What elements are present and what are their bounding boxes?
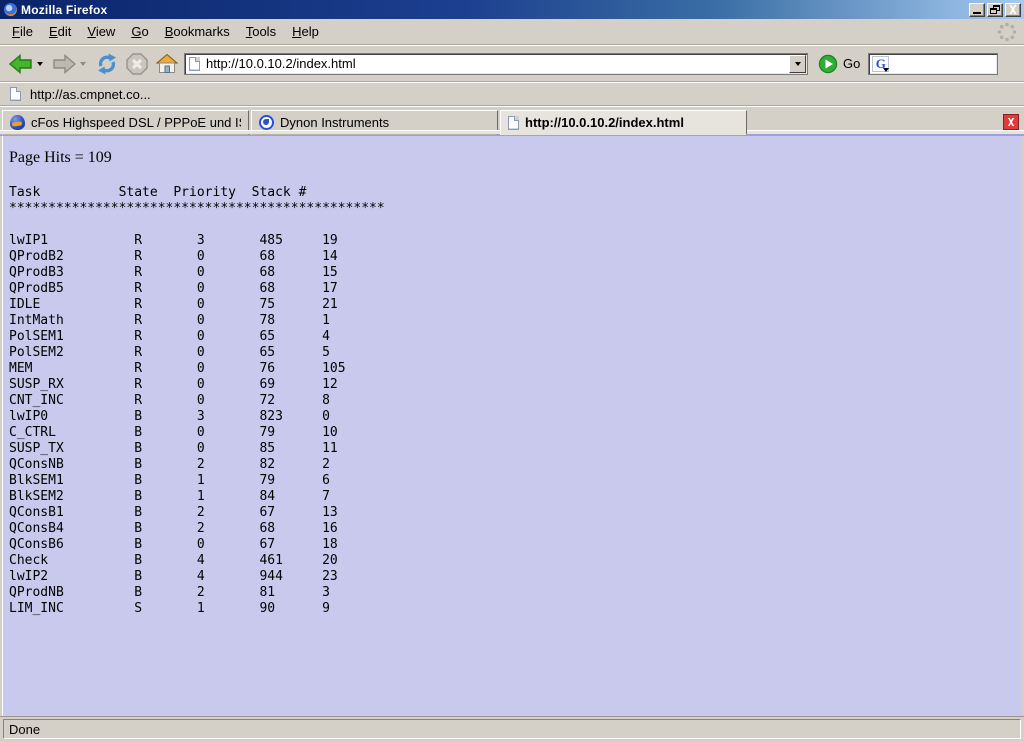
task-table: Task State Priority Stack # ************… — [9, 185, 1020, 617]
menu-bookmarks[interactable]: Bookmarks — [157, 21, 238, 42]
close-tab-button[interactable]: X — [1003, 114, 1019, 130]
bookmarks-toolbar: http://as.cmpnet.co... — [0, 82, 1024, 106]
menubar: FileEditViewGoBookmarksToolsHelp — [0, 19, 1024, 45]
reload-icon — [95, 52, 119, 76]
menu-view[interactable]: View — [79, 21, 123, 42]
minimize-button[interactable] — [969, 3, 985, 17]
back-button[interactable] — [6, 49, 36, 79]
restore-button[interactable] — [987, 3, 1003, 17]
bookmark-page-icon — [10, 87, 21, 101]
back-arrow-icon — [8, 53, 34, 75]
status-bar: Done — [0, 716, 1024, 742]
dynon-icon — [259, 115, 274, 130]
content-area: Page Hits = 109 Task State Priority Stac… — [0, 134, 1024, 716]
menu-edit[interactable]: Edit — [41, 21, 79, 42]
forward-button[interactable] — [49, 49, 79, 79]
search-box: G — [868, 53, 998, 75]
status-text: Done — [9, 722, 40, 737]
throbber-icon — [996, 21, 1018, 43]
tab-strip: cFos Highspeed DSL / PPPoE und ISDN CAP.… — [2, 110, 749, 134]
status-panel: Done — [3, 719, 1021, 739]
tab[interactable]: Dynon Instruments — [251, 110, 498, 135]
tab-label: http://10.0.10.2/index.html — [525, 115, 684, 130]
page-icon — [508, 116, 519, 130]
window-title: Mozilla Firefox — [21, 3, 969, 17]
menu-file[interactable]: File — [4, 21, 41, 42]
menu-tools[interactable]: Tools — [238, 21, 284, 42]
tab-bar: cFos Highspeed DSL / PPPoE und ISDN CAP.… — [0, 106, 1024, 134]
navigation-toolbar: Go G — [0, 45, 1024, 82]
address-input[interactable] — [200, 56, 789, 71]
search-input[interactable] — [889, 56, 995, 72]
home-button[interactable] — [152, 49, 182, 79]
forward-arrow-icon — [51, 53, 77, 75]
tab-label: Dynon Instruments — [280, 115, 389, 130]
tab-label: cFos Highspeed DSL / PPPoE und ISDN CAP.… — [31, 115, 241, 130]
go-button[interactable]: Go — [818, 54, 860, 74]
tab-active[interactable]: http://10.0.10.2/index.html — [500, 110, 747, 135]
reload-button[interactable] — [92, 49, 122, 79]
close-icon: X — [1008, 116, 1015, 129]
stop-button[interactable] — [122, 49, 152, 79]
menu-help[interactable]: Help — [284, 21, 327, 42]
go-icon — [818, 54, 838, 74]
firefox-icon — [3, 2, 18, 17]
address-dropdown-button[interactable] — [789, 55, 806, 73]
back-dropdown-caret[interactable] — [37, 62, 43, 66]
bookmark-label: http://as.cmpnet.co... — [30, 87, 151, 102]
close-button[interactable]: X — [1005, 3, 1021, 17]
tab[interactable]: cFos Highspeed DSL / PPPoE und ISDN CAP.… — [2, 110, 249, 135]
address-bar — [184, 53, 808, 75]
search-engine-dropdown-caret — [883, 68, 889, 72]
menu-list: FileEditViewGoBookmarksToolsHelp — [4, 21, 996, 42]
page-hits: Page Hits = 109 — [9, 149, 1020, 167]
window-titlebar: Mozilla Firefox X — [0, 0, 1024, 19]
address-favicon-page-icon — [189, 57, 200, 71]
bookmark-item[interactable]: http://as.cmpnet.co... — [10, 87, 151, 102]
go-label: Go — [843, 56, 860, 71]
menu-go[interactable]: Go — [123, 21, 156, 42]
cfos-icon — [10, 115, 25, 130]
google-logo-icon[interactable]: G — [872, 56, 889, 72]
forward-dropdown-caret[interactable] — [80, 62, 86, 66]
stop-icon — [125, 52, 149, 76]
home-icon — [155, 52, 179, 76]
